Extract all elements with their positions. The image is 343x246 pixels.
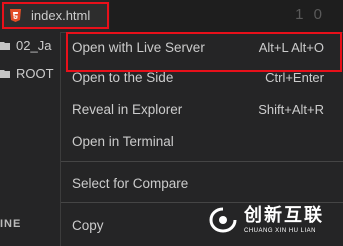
menu-item-shortcut: Alt+L Alt+O	[258, 39, 324, 55]
menu-item-label: Reveal in Explorer	[72, 101, 183, 117]
html5-icon	[10, 9, 21, 22]
menu-item-label: Copy	[72, 217, 104, 233]
menu-item-reveal-in-explorer[interactable]: Reveal in Explorer Shift+Alt+R	[61, 95, 343, 123]
sidebar-section-label[interactable]: INE	[0, 218, 21, 230]
watermark-logo: 创新互联 CHUANG XIN HU LIAN	[208, 198, 338, 242]
menu-item-shortcut: Ctrl+Enter	[265, 69, 324, 85]
folder-icon	[0, 41, 10, 50]
watermark-english: CHUANG XIN HU LIAN	[244, 227, 317, 234]
editor-area: 1 0	[110, 0, 343, 32]
file-name: index.html	[31, 8, 91, 23]
menu-separator	[61, 161, 343, 162]
file-tab-index-html[interactable]: index.html	[2, 2, 109, 29]
watermark-chinese: 创新互联	[244, 204, 324, 226]
menu-item-label: Open with Live Server	[72, 39, 205, 55]
vscode-window: 1 0 index.html 02_Ja ROOT INE Open with …	[0, 0, 343, 246]
folder-label: ROOT	[16, 65, 54, 81]
menu-item-select-for-compare[interactable]: Select for Compare	[61, 169, 343, 197]
menu-item-label: Open to the Side	[72, 69, 174, 85]
folder-item-root[interactable]: ROOT	[0, 62, 54, 84]
watermark-icon	[209, 207, 237, 233]
menu-item-label: Select for Compare	[72, 175, 189, 191]
menu-item-shortcut: Shift+Alt+R	[258, 101, 324, 117]
watermark-text: 创新互联 CHUANG XIN HU LIAN	[244, 204, 324, 234]
line-number: 1 0	[295, 6, 325, 23]
menu-item-open-with-live-server[interactable]: Open with Live Server Alt+L Alt+O	[61, 33, 343, 61]
menu-item-label: Open in Terminal	[72, 133, 174, 149]
folder-label: 02_Ja	[16, 37, 52, 53]
folder-icon	[0, 69, 10, 78]
menu-item-open-to-the-side[interactable]: Open to the Side Ctrl+Enter	[61, 63, 343, 91]
menu-item-open-in-terminal[interactable]: Open in Terminal	[61, 127, 343, 155]
folder-item-02-ja[interactable]: 02_Ja	[0, 34, 51, 56]
